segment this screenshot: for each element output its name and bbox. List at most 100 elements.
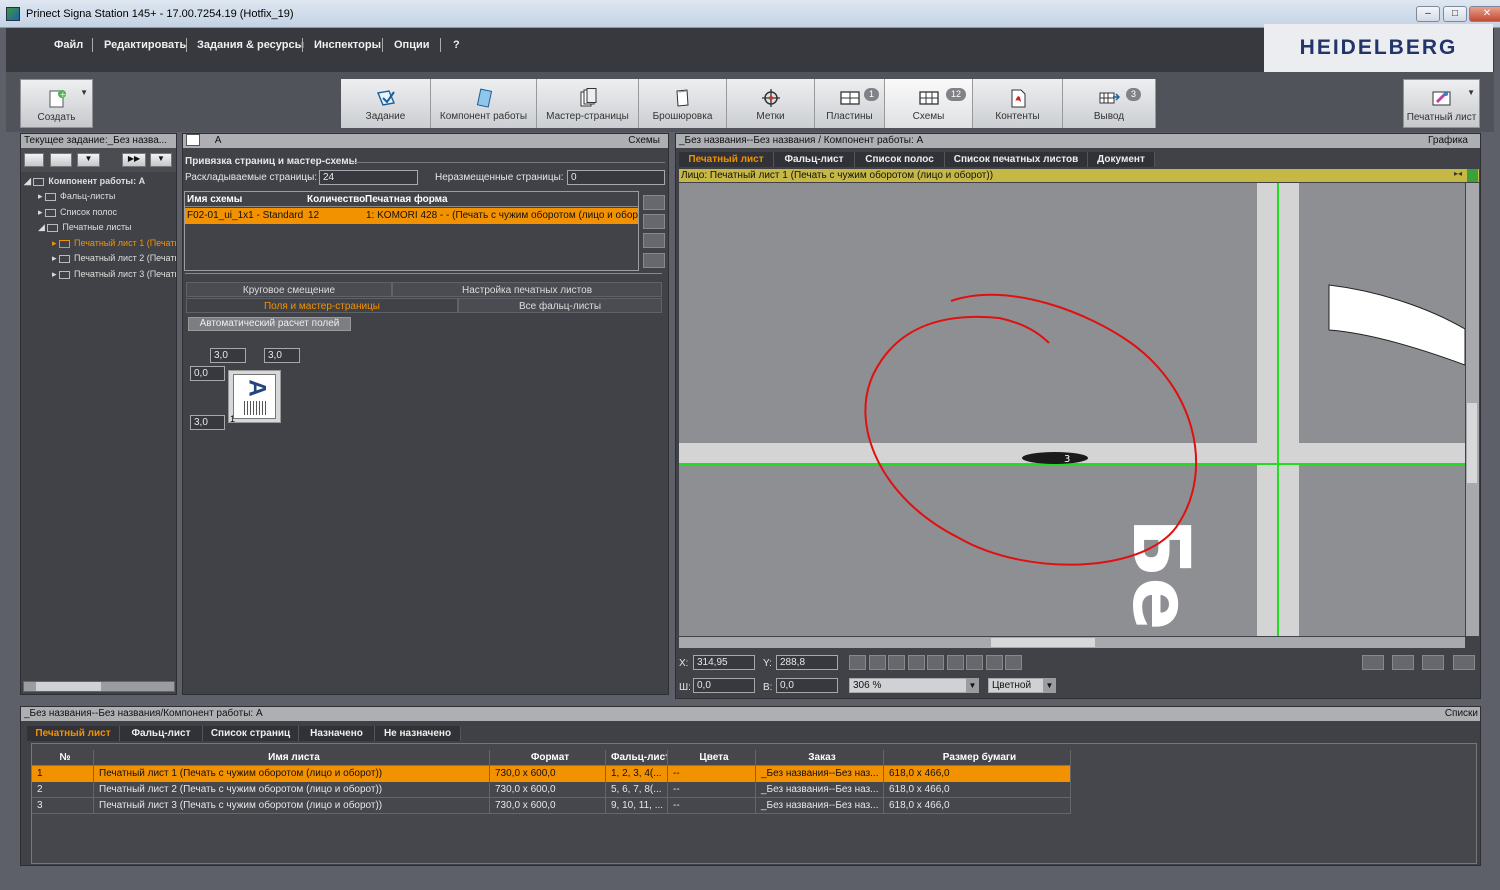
margin-bottom-field[interactable]: 3,0 [190, 415, 225, 430]
expand-icon[interactable]: ▸ [52, 238, 59, 248]
table-row[interactable]: 1 Печатный лист 1 (Печать с чужим оборот… [32, 766, 1071, 782]
workflow-content[interactable]: Контенты [973, 79, 1063, 128]
copy-icon[interactable] [643, 233, 665, 248]
scrollbar-thumb[interactable] [36, 682, 101, 691]
tab-unassigned[interactable]: Не назначено [375, 726, 461, 741]
tree-root[interactable]: ◢ Компонент работы: A [24, 176, 145, 187]
col-number[interactable]: № [32, 750, 94, 766]
auto-margins-button[interactable]: Автоматический расчет полей [188, 317, 351, 331]
expand-icon[interactable]: ◢ [38, 222, 47, 232]
col-quantity[interactable]: Количество [307, 192, 365, 207]
tree-item-sheet-2[interactable]: ▸ Печатный лист 2 (Печать [52, 253, 176, 264]
tab-sheet-setup[interactable]: Настройка печатных листов [392, 282, 662, 297]
col-format[interactable]: Формат [490, 750, 606, 766]
margin-top-left-field[interactable]: 3,0 [210, 348, 246, 363]
col-order[interactable]: Заказ [756, 750, 884, 766]
workflow-marks[interactable]: Метки [727, 79, 815, 128]
zoom-tool-icon[interactable] [888, 655, 905, 670]
forward-icon[interactable]: ▶▶ [122, 153, 146, 167]
tree-item-sheets[interactable]: ◢ Печатные листы [38, 222, 132, 233]
save-icon[interactable] [24, 153, 44, 167]
select-tool-icon[interactable] [869, 655, 886, 670]
tree-item-fold[interactable]: ▸ Фальц-листы [38, 191, 115, 202]
expand-icon[interactable]: ▸ [52, 269, 59, 279]
collapse-icon[interactable]: ▼ [150, 153, 172, 167]
workflow-schemes[interactable]: Схемы 12 [885, 79, 973, 128]
assign-icon[interactable] [643, 195, 665, 210]
close-button[interactable]: ✕ [1469, 6, 1500, 22]
preview-icon[interactable] [1362, 655, 1384, 670]
placed-pages-field[interactable]: 24 [319, 170, 418, 185]
expand-icon[interactable]: ▸ [52, 253, 59, 263]
menu-inspectors[interactable]: Инспекторы [314, 39, 381, 51]
delete-icon[interactable] [643, 253, 665, 268]
y-field[interactable]: 288,8 [776, 655, 838, 670]
canvas-horizontal-scrollbar[interactable] [679, 637, 1465, 648]
scrollbar-thumb[interactable] [991, 638, 1095, 647]
menu-file[interactable]: Файл [54, 39, 83, 51]
left-horizontal-scrollbar[interactable] [23, 681, 175, 692]
col-paper-size[interactable]: Размер бумаги [884, 750, 1071, 766]
tab-fold-sheet[interactable]: Фальц-лист [774, 152, 855, 167]
tree-item-sheet-1[interactable]: ▸ Печатный лист 1 (Печать [52, 238, 176, 249]
tab-assigned[interactable]: Назначено [299, 726, 375, 741]
pointer-tool-icon[interactable] [849, 655, 866, 670]
tab-page-list[interactable]: Список полос [855, 152, 945, 167]
width-field[interactable]: 0,0 [693, 678, 755, 693]
workflow-output[interactable]: Вывод 3 [1063, 79, 1156, 128]
tab-sheet-list[interactable]: Список печатных листов [945, 152, 1088, 167]
tab-document[interactable]: Документ [1088, 152, 1155, 167]
tree-item-pages[interactable]: ▸ Список полос [38, 207, 117, 218]
fit-icon[interactable]: ▸◂ [1454, 169, 1464, 182]
lock-icon[interactable] [186, 134, 200, 147]
create-button[interactable]: + Создать ▼ [20, 79, 93, 128]
pen-tool-icon[interactable] [986, 655, 1003, 670]
tab-margins-master[interactable]: Поля и мастер-страницы [186, 298, 458, 313]
sheet-canvas[interactable]: 3 Бе [679, 183, 1465, 636]
tab-sheet[interactable]: Печатный лист [27, 726, 120, 741]
tab-fold[interactable]: Фальц-лист [120, 726, 203, 741]
col-fold-sheet[interactable]: Фальц-лист [606, 750, 668, 766]
expand-icon[interactable]: ◢ [24, 176, 33, 186]
table-row[interactable]: 3 Печатный лист 3 (Печать с чужим оборот… [32, 798, 1071, 814]
workflow-component[interactable]: Компонент работы [431, 79, 537, 128]
canvas-vertical-scrollbar[interactable] [1466, 183, 1479, 636]
workflow-master-pages[interactable]: Мастер-страницы [537, 79, 639, 128]
menu-edit[interactable]: Редактировать [104, 39, 186, 51]
zoom-dropdown-icon[interactable]: ▼ [966, 678, 979, 693]
transform-tool-icon[interactable] [966, 655, 983, 670]
tab-circular-offset[interactable]: Круговое смещение [186, 282, 392, 297]
splitter[interactable] [185, 273, 662, 274]
table-row[interactable]: 2 Печатный лист 2 (Печать с чужим оборот… [32, 782, 1071, 798]
tree-item-sheet-3[interactable]: ▸ Печатный лист 3 (Печать [52, 269, 176, 280]
color-mode-dropdown-icon[interactable]: ▼ [1043, 678, 1056, 693]
col-scheme-name[interactable]: Имя схемы [187, 192, 242, 207]
menu-options[interactable]: Опции [394, 39, 430, 51]
dropdown-icon[interactable]: ▼ [77, 153, 100, 167]
expand-icon[interactable]: ▸ [38, 207, 45, 217]
menu-jobs-resources[interactable]: Задания & ресурсы [197, 39, 304, 51]
frame-tool-icon[interactable] [947, 655, 964, 670]
refresh-icon[interactable] [643, 214, 665, 229]
crop-tool-icon[interactable] [927, 655, 944, 670]
col-print-form[interactable]: Печатная форма [365, 192, 448, 207]
x-field[interactable]: 314,95 [693, 655, 755, 670]
col-colors[interactable]: Цвета [668, 750, 756, 766]
hand-tool-icon[interactable] [908, 655, 925, 670]
workflow-plates[interactable]: Пластины 1 [815, 79, 885, 128]
measure-tool-icon[interactable] [1005, 655, 1022, 670]
menu-help[interactable]: ? [453, 39, 460, 51]
output-preview-icon[interactable] [1453, 655, 1475, 670]
workflow-binding[interactable]: Брошюровка [639, 79, 727, 128]
scrollbar-thumb[interactable] [1467, 403, 1477, 483]
create-dropdown-icon[interactable]: ▼ [80, 88, 88, 97]
tab-pages[interactable]: Список страниц [203, 726, 299, 741]
zoom-select[interactable]: 306 % [849, 678, 979, 693]
col-sheet-name[interactable]: Имя листа [94, 750, 490, 766]
unplaced-pages-field[interactable]: 0 [567, 170, 665, 185]
scheme-row[interactable]: F02-01_ui_1x1 - Standard 12 1: KOMORI 42… [185, 208, 638, 224]
maximize-button[interactable]: □ [1443, 6, 1467, 22]
settings-icon[interactable] [1392, 655, 1414, 670]
tab-print-sheet[interactable]: Печатный лист [679, 152, 774, 167]
workflow-job[interactable]: Задание [341, 79, 431, 128]
